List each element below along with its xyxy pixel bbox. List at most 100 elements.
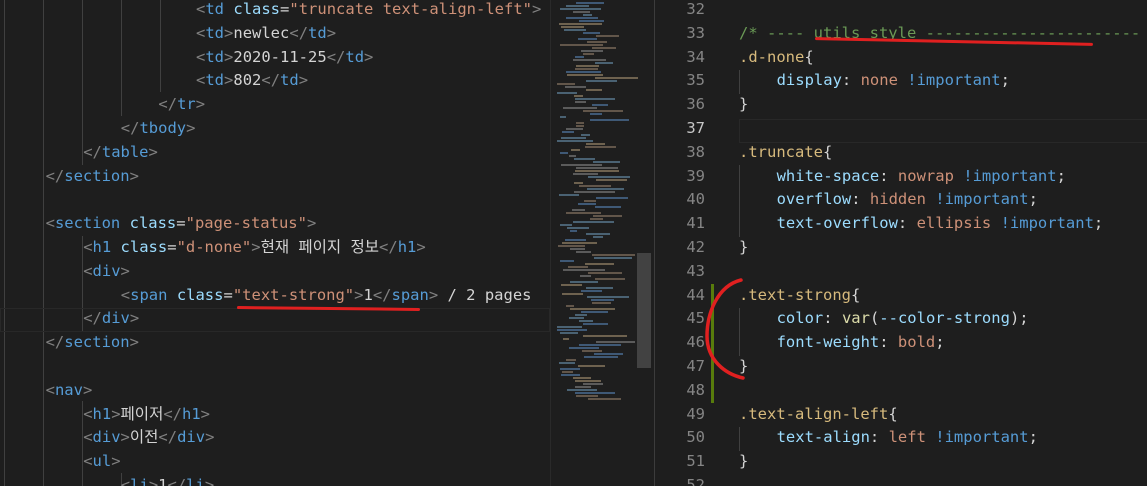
- code-token: .text-strong: [739, 285, 851, 304]
- code-token: newlec: [233, 23, 290, 42]
- code-token: !important: [935, 428, 1029, 447]
- code-token: :: [897, 214, 917, 233]
- minimap-row: [585, 146, 616, 148]
- code-token: =: [167, 238, 177, 256]
- code-token: );: [1009, 309, 1029, 328]
- code-token: :: [851, 190, 870, 209]
- line-number: 41: [686, 214, 705, 233]
- minimap-row: [561, 374, 580, 376]
- minimap-row: [574, 191, 615, 193]
- minimap-row: [560, 260, 574, 262]
- code-token: >: [354, 285, 364, 304]
- minimap-row: [592, 302, 611, 304]
- indent-guide: [4, 0, 5, 486]
- code-token: "page-status": [185, 214, 307, 233]
- minimap-row: [567, 74, 603, 76]
- line-number: 50: [686, 428, 705, 447]
- code-token: </: [45, 166, 65, 185]
- indent-guide: [739, 427, 740, 451]
- code-token: >: [251, 238, 261, 256]
- code-token: =: [280, 0, 290, 18]
- minimap-row: [584, 356, 618, 358]
- code-token: 2020-11-25: [233, 47, 327, 66]
- code-line: display: none !important;: [777, 69, 1010, 93]
- minimap-row: [578, 203, 596, 205]
- code-token: table: [101, 142, 149, 161]
- minimap-row: [581, 50, 603, 52]
- minimap-row: [579, 320, 593, 322]
- code-token: display: [776, 71, 842, 90]
- minimap-row: [595, 278, 625, 280]
- current-line-highlight: [0, 308, 550, 332]
- html-editor-pane[interactable]: <td class="truncate text-align-left"> <td…: [0, 0, 550, 486]
- code-token: tr: [177, 95, 196, 114]
- minimap-row: [576, 167, 618, 169]
- code-line: .text-strong{: [739, 284, 860, 308]
- code-token: {: [888, 404, 898, 423]
- minimap-row: [570, 248, 585, 250]
- code-token: ;: [935, 333, 945, 352]
- code-token: >: [111, 452, 121, 471]
- code-token: td: [280, 71, 299, 90]
- code-line: .text-align-left{: [739, 403, 898, 427]
- minimap-row: [570, 230, 577, 232]
- minimap-row: [562, 242, 597, 244]
- code-token: }: [739, 238, 749, 256]
- code-line: <nav>: [46, 379, 93, 403]
- code-token: (: [869, 309, 880, 328]
- minimap-row: [574, 182, 583, 184]
- minimap-row: [586, 287, 613, 289]
- code-token: var: [841, 309, 870, 328]
- minimap-row: [578, 365, 605, 367]
- code-line: <li>1</li>: [121, 474, 214, 486]
- code-line: <div>: [83, 260, 130, 284]
- minimap-row: [559, 194, 579, 196]
- code-token: h1: [397, 238, 417, 256]
- code-token: div: [177, 428, 206, 447]
- code-token: 1: [158, 476, 168, 486]
- minimap-row: [581, 311, 608, 313]
- minimap-row: [566, 305, 574, 307]
- code-token: ;: [1093, 214, 1104, 233]
- code-token: >: [82, 380, 93, 399]
- code-token: none: [860, 71, 898, 90]
- minimap-row: [561, 164, 602, 166]
- scrollbar-slider[interactable]: [637, 253, 651, 368]
- code-token: !important: [907, 71, 1001, 90]
- minimap-row: [560, 8, 601, 10]
- code-line: <ul>: [83, 450, 120, 474]
- code-token: <: [45, 214, 55, 233]
- minimap-row: [563, 269, 605, 271]
- minimap-row: [579, 185, 611, 187]
- code-token: >: [298, 71, 309, 90]
- code-token: </: [158, 428, 178, 447]
- code-line: </table>: [83, 141, 158, 165]
- minimap-row: [562, 371, 573, 373]
- code-token: text-align: [776, 428, 870, 447]
- code-line: </tbody>: [121, 117, 196, 141]
- minimap-row: [581, 290, 602, 292]
- code-token: ellipsis: [916, 214, 992, 233]
- code-token: >: [532, 0, 542, 18]
- minimap[interactable]: [550, 0, 655, 486]
- code-line: <div>이전</div>: [83, 426, 214, 450]
- code-token: 현재 페이지 정보: [260, 238, 380, 256]
- line-number: 38: [686, 142, 705, 161]
- minimap-row: [569, 317, 584, 319]
- minimap-row: [575, 314, 587, 316]
- minimap-row: [557, 326, 582, 328]
- code-token: >: [195, 95, 206, 114]
- line-number: 32: [686, 0, 705, 18]
- minimap-row: [586, 143, 605, 145]
- css-editor-pane[interactable]: 32 33 34 35 36 37 38 39 40 41 42 43 44 45 46 47 48 49 50 51…: [654, 0, 1147, 486]
- minimap-row: [590, 113, 602, 115]
- code-token: !important: [963, 166, 1057, 185]
- code-token: color: [776, 309, 824, 328]
- code-line: white-space: nowrap !important;: [777, 165, 1066, 189]
- code-token: {: [850, 285, 861, 304]
- minimap-row: [559, 362, 575, 364]
- minimap-row: [570, 281, 598, 283]
- minimap-row: [566, 359, 576, 361]
